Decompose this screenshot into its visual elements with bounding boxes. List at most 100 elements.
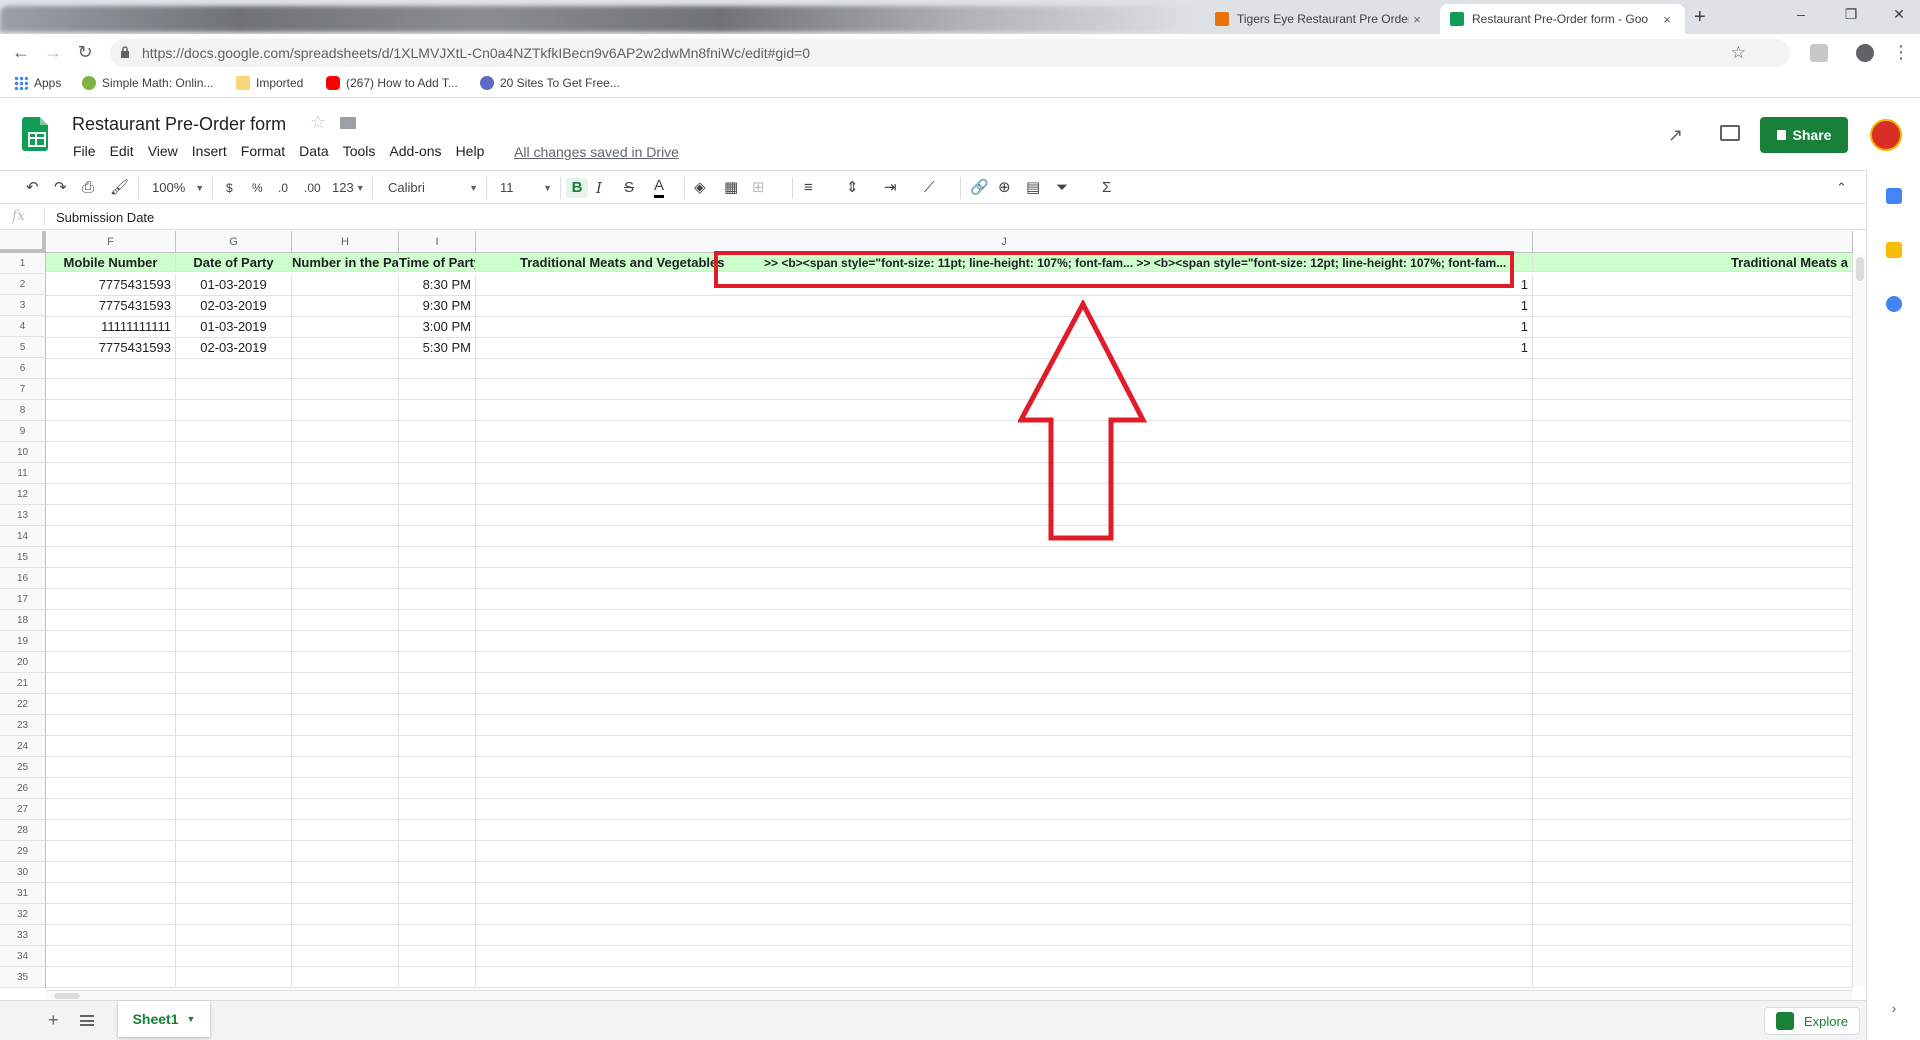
row-header[interactable]: 14 [0,526,46,547]
cell-mobile[interactable]: 7775431593 [46,338,176,359]
empty-cell[interactable] [476,883,1533,904]
header-time-of-party[interactable]: Time of Party [399,253,476,272]
empty-cell[interactable] [46,484,176,505]
menu-help[interactable]: Help [449,143,492,159]
menu-addons[interactable]: Add-ons [382,143,448,159]
menu-data[interactable]: Data [292,143,336,159]
empty-cell[interactable] [476,442,1533,463]
empty-cell[interactable] [46,358,176,379]
currency-format-button[interactable]: $ [226,178,233,198]
empty-cell[interactable] [292,442,399,463]
empty-cell[interactable] [176,799,292,820]
cell-date[interactable]: 01-03-2019 [176,317,292,338]
vertical-align-icon[interactable]: ⇕ [846,178,859,198]
empty-cell[interactable] [292,778,399,799]
empty-cell[interactable] [1533,505,1853,526]
filter-icon[interactable]: ⏷ [1056,178,1068,198]
address-bar[interactable]: https://docs.google.com/spreadsheets/d/1… [110,39,1790,67]
empty-cell[interactable] [476,379,1533,400]
save-status[interactable]: All changes saved in Drive [514,144,679,160]
empty-cell[interactable] [292,967,399,988]
cell-quantity[interactable]: 1 [476,338,1533,359]
cell-quantity[interactable]: 1 [476,275,1533,296]
empty-cell[interactable] [292,589,399,610]
empty-cell[interactable] [176,883,292,904]
empty-cell[interactable] [46,778,176,799]
empty-cell[interactable] [476,694,1533,715]
empty-cell[interactable] [1533,694,1853,715]
borders-icon[interactable]: ▦ [724,178,738,198]
cell-party-size[interactable] [292,338,399,359]
undo-icon[interactable]: ↶ [26,178,39,198]
empty-cell[interactable] [292,736,399,757]
header-number-in-party[interactable]: Number in the Party [292,253,399,272]
empty-cell[interactable] [476,925,1533,946]
font-size-select[interactable]: 11 ▼ [500,178,552,198]
cell-time[interactable]: 5:30 PM [399,338,476,359]
row-header[interactable]: 24 [0,736,46,757]
header-traditional-meats-2[interactable]: Traditional Meats a [1533,253,1853,272]
calendar-icon[interactable] [1886,188,1902,204]
empty-cell[interactable] [476,421,1533,442]
empty-cell[interactable] [176,547,292,568]
select-all-corner[interactable] [0,231,46,253]
empty-cell[interactable] [292,379,399,400]
row-header[interactable]: 33 [0,925,46,946]
browser-menu-icon[interactable]: ⋮ [1890,42,1912,63]
empty-cell[interactable] [399,547,476,568]
text-color-button[interactable]: A [654,178,665,198]
reload-icon[interactable]: ↻ [74,42,96,63]
empty-cell[interactable] [46,757,176,778]
empty-cell[interactable] [176,484,292,505]
share-button[interactable]: Share [1760,117,1848,153]
new-tab-button[interactable]: + [1694,6,1706,29]
empty-cell[interactable] [476,841,1533,862]
empty-cell[interactable] [292,883,399,904]
empty-cell[interactable] [46,925,176,946]
empty-cell[interactable] [176,967,292,988]
empty-cell[interactable] [176,673,292,694]
empty-cell[interactable] [46,652,176,673]
back-icon[interactable]: ← [10,42,32,63]
empty-cell[interactable] [399,379,476,400]
empty-cell[interactable] [399,694,476,715]
empty-cell[interactable] [292,505,399,526]
empty-cell[interactable] [46,694,176,715]
close-window-button[interactable]: ✕ [1884,6,1914,23]
empty-cell[interactable] [46,547,176,568]
row-header[interactable]: 15 [0,547,46,568]
expand-panel-icon[interactable]: › [1886,1000,1902,1016]
row-header[interactable]: 10 [0,442,46,463]
document-title[interactable]: Restaurant Pre-Order form [72,114,286,135]
cell-date[interactable]: 02-03-2019 [176,296,292,317]
empty-cell[interactable] [476,610,1533,631]
insert-comment-icon[interactable]: ⊕ [998,178,1011,198]
cell-party-size[interactable] [292,296,399,317]
row-header[interactable]: 6 [0,358,46,379]
header-mobile-number[interactable]: Mobile Number [46,253,176,272]
cell-mobile[interactable]: 7775431593 [46,296,176,317]
empty-cell[interactable] [176,694,292,715]
menu-insert[interactable]: Insert [185,143,234,159]
empty-cell[interactable] [1533,757,1853,778]
empty-cell[interactable] [476,673,1533,694]
empty-cell[interactable] [399,400,476,421]
empty-cell[interactable] [476,484,1533,505]
empty-cell[interactable] [46,820,176,841]
empty-cell[interactable] [292,463,399,484]
empty-cell[interactable] [476,778,1533,799]
empty-cell[interactable] [1533,673,1853,694]
cell-quantity[interactable]: 1 [476,317,1533,338]
collapse-toolbar-icon[interactable]: ⌃ [1836,178,1847,198]
empty-cell[interactable] [399,757,476,778]
empty-cell[interactable] [46,841,176,862]
header-date-of-party[interactable]: Date of Party [176,253,292,272]
empty-cell[interactable] [1533,883,1853,904]
empty-cell[interactable] [1533,589,1853,610]
cell-party-size[interactable] [292,317,399,338]
empty-cell[interactable] [1533,547,1853,568]
empty-cell[interactable] [1533,400,1853,421]
empty-cell[interactable] [176,715,292,736]
empty-cell[interactable] [176,463,292,484]
bookmark-20-sites[interactable]: 20 Sites To Get Free... [480,76,620,90]
